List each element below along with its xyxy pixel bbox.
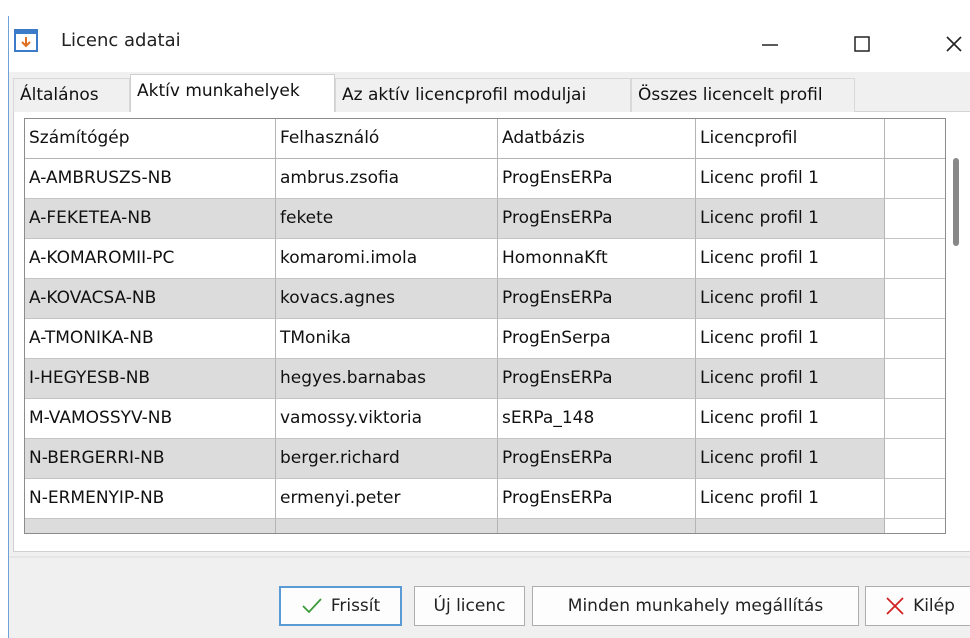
- cell-empty: [885, 239, 945, 279]
- cell-license-profile: Licenc profil 1: [696, 279, 885, 319]
- cell-database: HomonnaKft: [498, 239, 696, 279]
- cell-database: ProgEnsERPa: [498, 199, 696, 239]
- stop-all-button-label: Minden munkahely megállítás: [567, 596, 824, 616]
- cell-empty: [885, 479, 945, 519]
- column-header-license-profile[interactable]: Licencprofil: [696, 119, 885, 159]
- cell-computer: N-ERMENYIP-NB: [25, 479, 276, 519]
- column-header-user[interactable]: Felhasználó: [276, 119, 498, 159]
- maximize-button[interactable]: [839, 16, 885, 72]
- cell-user: ambrus.zsofia: [276, 159, 498, 199]
- cell-database: ProgEnsERPa: [498, 439, 696, 479]
- cell-empty: [885, 279, 945, 319]
- tab-active-workstations[interactable]: Aktív munkahelyek: [130, 74, 335, 113]
- cell-license-profile: Licenc profil 1: [696, 479, 885, 519]
- tab-panel: Számítógép Felhasználó Adatbázis Licencp…: [13, 112, 970, 552]
- cell-empty: [885, 159, 945, 199]
- cell-license-profile: Licenc profil 1: [696, 399, 885, 439]
- table-row[interactable]: A-KOMAROMII-PC komaromi.imola HomonnaKft…: [25, 239, 945, 279]
- cell-database: sERPa_148: [498, 399, 696, 439]
- new-license-button-label: Új licenc: [433, 596, 506, 616]
- cell-empty: [885, 359, 945, 399]
- cell-computer: A-AMBRUSZS-NB: [25, 159, 276, 199]
- window-title: Licenc adatai: [61, 30, 181, 51]
- cell-computer: A-FEKETEA-NB: [25, 199, 276, 239]
- cell-user: hegyes.barnabas: [276, 359, 498, 399]
- license-dialog: Licenc adatai Általános Aktív munkahelye…: [8, 16, 970, 638]
- table-row[interactable]: M-VAMOSSYV-NB vamossy.viktoria sERPa_148…: [25, 399, 945, 439]
- vertical-scrollbar[interactable]: [947, 118, 963, 534]
- cell-user: TMonika: [276, 319, 498, 359]
- cell-empty: [885, 199, 945, 239]
- cell-user: berger.richard: [276, 439, 498, 479]
- cell-license-profile: Licenc profil 1: [696, 239, 885, 279]
- cell-empty: [885, 399, 945, 439]
- table-row[interactable]: [25, 519, 945, 533]
- cell-database: ProgEnsERPa: [498, 359, 696, 399]
- cell-license-profile: Licenc profil 1: [696, 439, 885, 479]
- cell-empty: [885, 439, 945, 479]
- cell-computer: A-TMONIKA-NB: [25, 319, 276, 359]
- cell-database: ProgEnSerpa: [498, 319, 696, 359]
- table-row[interactable]: N-ERMENYIP-NB ermenyi.peter ProgEnsERPa …: [25, 479, 945, 519]
- cell-empty: [885, 519, 945, 533]
- cell-database: ProgEnsERPa: [498, 279, 696, 319]
- column-header-database[interactable]: Adatbázis: [498, 119, 696, 159]
- cell-database: ProgEnsERPa: [498, 479, 696, 519]
- table-row[interactable]: A-TMONIKA-NB TMonika ProgEnSerpa Licenc …: [25, 319, 945, 359]
- table-header: Számítógép Felhasználó Adatbázis Licencp…: [25, 119, 945, 159]
- stop-all-workstations-button[interactable]: Minden munkahely megállítás: [532, 586, 859, 626]
- app-download-icon: [14, 28, 40, 54]
- minimize-button[interactable]: [747, 16, 793, 72]
- refresh-button[interactable]: Frissít: [279, 586, 402, 626]
- table-row[interactable]: I-HEGYESB-NB hegyes.barnabas ProgEnsERPa…: [25, 359, 945, 399]
- table-row[interactable]: A-FEKETEA-NB fekete ProgEnsERPa Licenc p…: [25, 199, 945, 239]
- exit-button[interactable]: Kilép: [865, 586, 970, 626]
- table-row[interactable]: A-AMBRUSZS-NB ambrus.zsofia ProgEnsERPa …: [25, 159, 945, 199]
- close-button[interactable]: [931, 16, 970, 72]
- scrollbar-thumb[interactable]: [953, 158, 959, 246]
- cell-license-profile: Licenc profil 1: [696, 359, 885, 399]
- table-row[interactable]: N-BERGERRI-NB berger.richard ProgEnsERPa…: [25, 439, 945, 479]
- cell-user: [276, 519, 498, 533]
- cell-user: kovacs.agnes: [276, 279, 498, 319]
- cell-license-profile: [696, 519, 885, 533]
- table-row[interactable]: A-KOVACSA-NB kovacs.agnes ProgEnsERPa Li…: [25, 279, 945, 319]
- cell-license-profile: Licenc profil 1: [696, 159, 885, 199]
- tab-active-profile-modules[interactable]: Az aktív licencprofil moduljai: [335, 78, 631, 112]
- cell-user: fekete: [276, 199, 498, 239]
- x-icon: [885, 596, 905, 616]
- tab-general[interactable]: Általános: [13, 78, 130, 112]
- cell-computer: I-HEGYESB-NB: [25, 359, 276, 399]
- cell-computer: N-BERGERRI-NB: [25, 439, 276, 479]
- cell-user: komaromi.imola: [276, 239, 498, 279]
- refresh-button-label: Frissít: [330, 596, 381, 616]
- title-bar[interactable]: Licenc adatai: [9, 16, 970, 72]
- column-header-computer[interactable]: Számítógép: [25, 119, 276, 159]
- check-icon: [301, 597, 323, 615]
- cell-computer: M-VAMOSSYV-NB: [25, 399, 276, 439]
- tab-bar: Általános Aktív munkahelyek Az aktív lic…: [13, 74, 970, 113]
- cell-computer: A-KOVACSA-NB: [25, 279, 276, 319]
- column-header-empty: [885, 119, 945, 159]
- cell-computer: [25, 519, 276, 533]
- cell-user: ermenyi.peter: [276, 479, 498, 519]
- cell-database: [498, 519, 696, 533]
- cell-computer: A-KOMAROMII-PC: [25, 239, 276, 279]
- workstations-table[interactable]: Számítógép Felhasználó Adatbázis Licencp…: [24, 118, 946, 534]
- cell-user: vamossy.viktoria: [276, 399, 498, 439]
- new-license-button[interactable]: Új licenc: [414, 586, 525, 626]
- cell-license-profile: Licenc profil 1: [696, 199, 885, 239]
- tab-all-licensed-profiles[interactable]: Összes licencelt profil: [631, 78, 855, 112]
- cell-database: ProgEnsERPa: [498, 159, 696, 199]
- cell-empty: [885, 319, 945, 359]
- exit-button-label: Kilép: [913, 596, 955, 616]
- divider: [9, 556, 970, 558]
- cell-license-profile: Licenc profil 1: [696, 319, 885, 359]
